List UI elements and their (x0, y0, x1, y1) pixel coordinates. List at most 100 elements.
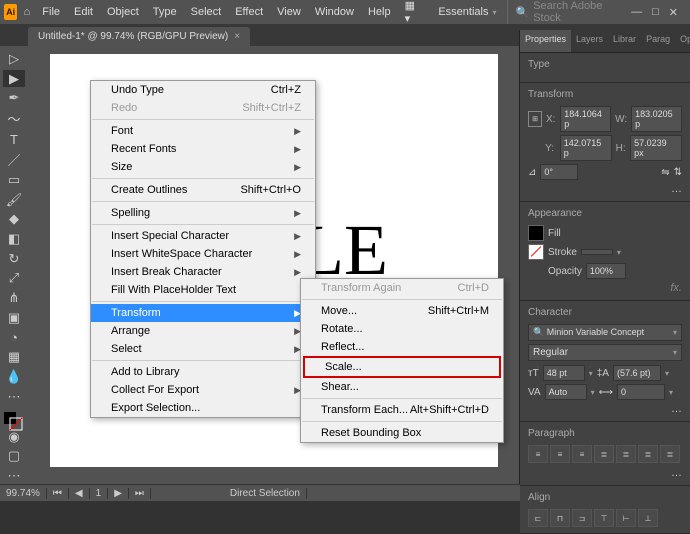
menu-edit[interactable]: Edit (68, 3, 99, 21)
screen-mode-icon[interactable]: ▢ (3, 447, 25, 465)
sub-rotate[interactable]: Rotate... (301, 320, 503, 338)
nav-first-icon[interactable]: ⏮ (47, 488, 69, 499)
shaper-tool-icon[interactable]: ◆ (3, 210, 25, 228)
ctx-export-selection[interactable]: Export Selection... (91, 399, 315, 417)
tab-properties[interactable]: Properties (520, 30, 571, 52)
nav-next-icon[interactable]: ▶ (108, 488, 129, 499)
maximize-button[interactable]: □ (652, 6, 659, 19)
menu-object[interactable]: Object (101, 3, 145, 21)
current-tool[interactable]: Direct Selection (224, 488, 307, 499)
tab-open[interactable]: Open (675, 30, 690, 52)
paintbrush-tool-icon[interactable]: 🖌 (3, 191, 25, 209)
rectangle-tool-icon[interactable]: ▭ (3, 171, 25, 189)
tab-paragraph[interactable]: Parag (641, 30, 675, 52)
angle-value[interactable]: 0° (540, 164, 578, 180)
line-tool-icon[interactable]: ／ (3, 150, 25, 169)
artboard-number[interactable]: 1 (90, 488, 109, 499)
h-value[interactable]: 57.0239 px (630, 135, 682, 161)
fill-swatch[interactable] (528, 225, 544, 241)
menu-file[interactable]: File (36, 3, 66, 21)
nav-prev-icon[interactable]: ◀ (69, 488, 90, 499)
transform-more[interactable]: … (528, 183, 682, 195)
eyedropper-tool-icon[interactable]: 💧 (3, 368, 25, 386)
scale-tool-icon[interactable]: ⤢ (3, 270, 25, 288)
ctx-fill-placeholder[interactable]: Fill With PlaceHolder Text (91, 281, 315, 299)
ctx-create-outlines[interactable]: Create OutlinesShift+Ctrl+O (91, 181, 315, 199)
ctx-font[interactable]: Font▶ (91, 122, 315, 140)
sub-scale[interactable]: Scale... (303, 356, 501, 378)
eraser-tool-icon[interactable]: ◧ (3, 230, 25, 248)
workspace-switcher[interactable]: Essentials▾ (430, 3, 504, 21)
ctx-undo[interactable]: Undo TypeCtrl+Z (91, 81, 315, 99)
selection-tool-icon[interactable]: ▷ (3, 50, 25, 68)
fill-stroke-proxy[interactable] (4, 412, 24, 426)
nav-last-icon[interactable]: ⏭ (129, 488, 151, 499)
tab-libraries[interactable]: Librar (608, 30, 641, 52)
opacity-value[interactable]: 100% (586, 263, 626, 279)
ctx-size[interactable]: Size▶ (91, 158, 315, 176)
tab-layers[interactable]: Layers (571, 30, 608, 52)
menu-help[interactable]: Help (362, 3, 397, 21)
fx-button[interactable]: fx. (528, 282, 682, 294)
font-style-dropdown[interactable]: Regular▾ (528, 344, 682, 361)
minimize-button[interactable]: — (631, 6, 642, 19)
tab-close-icon[interactable]: × (234, 31, 240, 42)
w-value[interactable]: 183.0205 p (631, 106, 682, 132)
arrange-documents-icon[interactable]: ▦ ▾ (399, 0, 427, 28)
gradient-tool-icon[interactable]: ▦ (3, 349, 25, 367)
home-icon[interactable]: ⌂ (19, 3, 34, 21)
ctx-arrange[interactable]: Arrange▶ (91, 322, 315, 340)
ctx-insert-whitespace[interactable]: Insert WhiteSpace Character▶ (91, 245, 315, 263)
ctx-recent-fonts[interactable]: Recent Fonts▶ (91, 140, 315, 158)
type-tool-icon[interactable]: T (3, 130, 25, 148)
sub-reset-bbox[interactable]: Reset Bounding Box (301, 424, 503, 442)
stroke-swatch[interactable] (528, 244, 544, 260)
flip-v-icon[interactable]: ⇅ (674, 167, 682, 178)
y-value[interactable]: 142.0715 p (560, 135, 612, 161)
align-v-top-icon[interactable]: ⊤ (594, 509, 614, 527)
character-more[interactable]: … (528, 403, 682, 415)
free-transform-tool-icon[interactable]: ▣ (3, 309, 25, 327)
zoom-level[interactable]: 99.74% (0, 488, 47, 499)
align-center-icon[interactable]: ≡ (550, 445, 570, 463)
direct-selection-tool-icon[interactable]: ▶ (3, 70, 25, 88)
sub-reflect[interactable]: Reflect... (301, 338, 503, 356)
sub-shear[interactable]: Shear... (301, 378, 503, 396)
align-h-center-icon[interactable]: ⊓ (550, 509, 570, 527)
pen-tool-icon[interactable]: ✒ (3, 89, 25, 107)
search-stock[interactable]: 🔍 Search Adobe Stock (507, 0, 622, 24)
shape-builder-tool-icon[interactable]: ◔ (3, 329, 25, 347)
sub-move[interactable]: Move...Shift+Ctrl+M (301, 302, 503, 320)
ctx-spelling[interactable]: Spelling▶ (91, 204, 315, 222)
justify-left-icon[interactable]: ≣ (594, 445, 614, 463)
edit-toolbar-icon[interactable]: ⋯ (3, 467, 25, 485)
menu-window[interactable]: Window (309, 3, 360, 21)
stroke-weight[interactable] (581, 249, 613, 255)
align-h-left-icon[interactable]: ⊏ (528, 509, 548, 527)
tracking[interactable]: 0 (617, 384, 665, 400)
ctx-insert-special[interactable]: Insert Special Character▶ (91, 227, 315, 245)
paragraph-more[interactable]: … (528, 467, 682, 479)
kerning[interactable]: Auto (545, 384, 587, 400)
menu-select[interactable]: Select (185, 3, 228, 21)
font-family-dropdown[interactable]: 🔍 Minion Variable Concept▾ (528, 324, 682, 341)
ctx-select[interactable]: Select▶ (91, 340, 315, 358)
more-tools-icon[interactable]: ⋯ (3, 388, 25, 406)
x-value[interactable]: 184.1064 p (560, 106, 611, 132)
width-tool-icon[interactable]: ⋔ (3, 289, 25, 307)
reference-point-icon[interactable]: ⊞ (528, 111, 542, 127)
ctx-add-library[interactable]: Add to Library (91, 363, 315, 381)
justify-right-icon[interactable]: ≣ (638, 445, 658, 463)
font-size[interactable]: 48 pt (543, 365, 585, 381)
rotate-tool-icon[interactable]: ↻ (3, 250, 25, 268)
flip-h-icon[interactable]: ⇋ (661, 167, 669, 178)
ctx-insert-break[interactable]: Insert Break Character▶ (91, 263, 315, 281)
leading[interactable]: (57.6 pt) (613, 365, 661, 381)
menu-effect[interactable]: Effect (229, 3, 269, 21)
draw-mode-icon[interactable]: ◉ (3, 428, 25, 446)
document-tab[interactable]: Untitled-1* @ 99.74% (RGB/GPU Preview) × (28, 27, 250, 46)
justify-center-icon[interactable]: ≣ (616, 445, 636, 463)
close-button[interactable]: ✕ (669, 6, 678, 19)
ctx-transform[interactable]: Transform▶ (91, 304, 315, 322)
align-v-bottom-icon[interactable]: ⊥ (638, 509, 658, 527)
